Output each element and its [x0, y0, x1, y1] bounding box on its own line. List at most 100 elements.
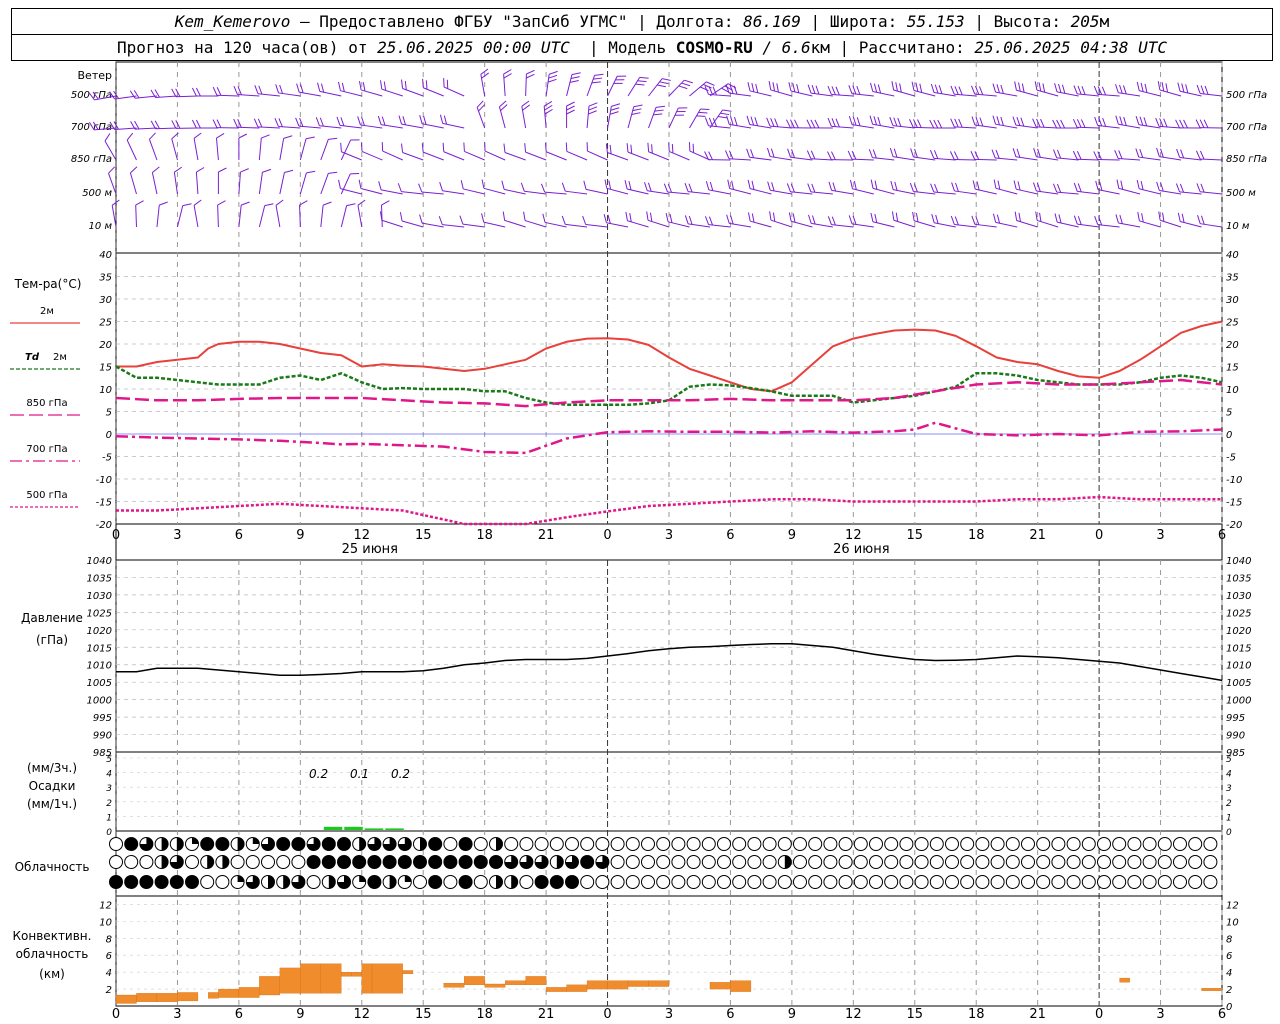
barb-feather — [1000, 116, 1004, 126]
cloud-symbol — [975, 837, 990, 851]
conv-bar — [1119, 977, 1130, 983]
barb-feather — [1036, 118, 1041, 128]
cloud-fill — [496, 875, 503, 889]
barb-shaft — [995, 221, 1018, 228]
cloud-circle — [473, 875, 488, 889]
barb-feather — [808, 214, 812, 224]
pressure-y-tick: 1010 — [87, 661, 112, 672]
barb-feather — [398, 115, 403, 125]
cloud-circle — [945, 855, 959, 869]
barb-feather — [828, 181, 833, 191]
barb-shaft — [504, 219, 526, 228]
wind-barb — [1115, 84, 1141, 97]
cloud-symbol — [975, 855, 990, 869]
barb-feather — [870, 179, 874, 189]
wind-barb — [129, 166, 138, 195]
pressure-y-tick: 1005 — [87, 678, 112, 689]
barb-feather — [1196, 84, 1201, 94]
cloud-fill — [496, 837, 503, 851]
barb-feather — [275, 84, 280, 94]
conv-y-tick: 4 — [106, 968, 112, 979]
barb-feather — [827, 151, 832, 160]
barb-shaft — [483, 221, 506, 228]
cloud-symbol — [793, 875, 807, 889]
wind-barb — [889, 117, 915, 129]
x-tick-label-bottom: 6 — [235, 1007, 243, 1022]
barb-feather — [524, 143, 527, 153]
barb-feather — [526, 69, 535, 75]
cloud-symbol — [458, 837, 473, 851]
barb-feather — [582, 215, 587, 225]
barb-feather — [1177, 82, 1181, 92]
barb-feather — [684, 183, 689, 192]
cloud-circle — [808, 855, 823, 869]
barb-feather — [771, 182, 775, 192]
barb-feather — [419, 214, 423, 224]
barb-feather — [296, 83, 300, 93]
cloud-circle — [853, 855, 868, 869]
cloud-symbol — [382, 837, 397, 851]
wind-barb — [1195, 150, 1223, 161]
barb-shaft — [1138, 124, 1161, 129]
temp-y-tick: 25 — [99, 318, 112, 329]
barb-feather — [870, 212, 874, 222]
barb-shaft — [893, 89, 915, 97]
cloud-symbol — [838, 837, 853, 851]
cloud-symbol — [534, 855, 549, 869]
temp-y-tick-right: 40 — [1226, 250, 1239, 261]
cloud-circle — [1157, 875, 1172, 889]
cloud-symbol — [777, 837, 792, 851]
precip-y-tick: 5 — [106, 755, 112, 765]
barb-shaft — [129, 172, 137, 195]
barb-feather — [216, 119, 222, 128]
cloud-symbol — [352, 837, 367, 851]
barb-feather — [422, 78, 424, 88]
temp-y-tick: 30 — [99, 295, 112, 306]
barb-shaft — [544, 191, 567, 195]
barb-feather — [912, 211, 915, 221]
barb-shaft — [607, 106, 612, 129]
wind-barb — [498, 100, 508, 129]
barb-feather — [520, 182, 525, 192]
cloud-symbol — [777, 855, 792, 869]
barb-feather — [953, 151, 959, 160]
wind-barb — [111, 199, 120, 228]
barb-feather — [766, 147, 771, 157]
precip-title: Осадки — [29, 779, 76, 793]
barb-feather — [889, 147, 894, 157]
barb-feather — [328, 137, 338, 140]
cloud-symbol — [884, 837, 899, 851]
x-tick-label-bottom: 6 — [1218, 1007, 1226, 1022]
wind-barb — [340, 142, 362, 161]
barb-feather — [182, 203, 192, 207]
barb-feather — [954, 86, 959, 95]
wind-barb — [357, 199, 366, 228]
barb-feather — [628, 181, 632, 190]
cloud-circle — [1203, 855, 1218, 869]
wind-barb — [299, 136, 315, 161]
barb-shaft — [770, 219, 793, 228]
cloud-symbol — [701, 837, 716, 851]
meteogram: 0033669912121515181821210033669912121515… — [10, 61, 1267, 1022]
barb-feather — [379, 80, 383, 90]
cloud-symbol — [777, 875, 792, 889]
barb-shaft — [195, 172, 199, 195]
barb-feather — [934, 84, 939, 94]
precip-y-tick: 1 — [106, 813, 112, 823]
cloud-symbol — [261, 837, 275, 851]
cloud-symbol — [413, 837, 427, 851]
cloud-symbol — [276, 837, 291, 851]
x-tick-label-bottom: 6 — [726, 1007, 734, 1022]
barb-feather — [174, 166, 183, 173]
cloud-symbol — [1188, 855, 1203, 869]
barb-feather — [794, 119, 799, 129]
x-tick-label-bottom: 15 — [415, 1007, 432, 1022]
wind-barb — [786, 183, 813, 195]
barb-feather — [1139, 148, 1144, 158]
cloud-circle — [884, 837, 899, 851]
barb-shaft — [728, 158, 751, 161]
barb-shaft — [648, 151, 670, 161]
barb-feather — [320, 83, 325, 93]
barb-feather — [605, 143, 608, 153]
barb-feather — [728, 150, 734, 160]
